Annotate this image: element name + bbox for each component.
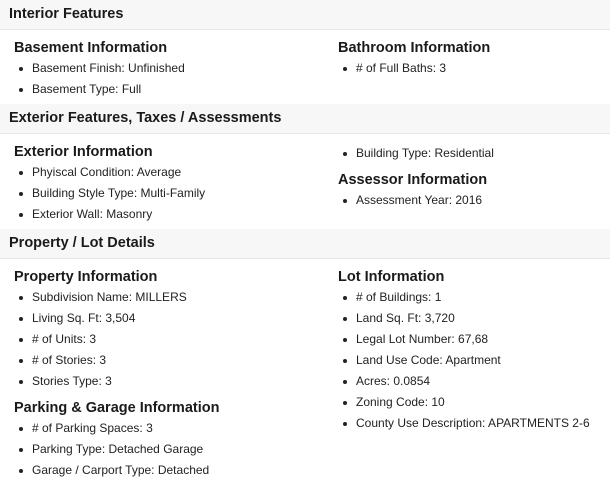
basement-information-list: Basement Finish: Unfinished Basement Typ… — [14, 58, 185, 100]
bullet-icon — [19, 192, 23, 196]
list-item: Living Sq. Ft: 3,504 — [14, 308, 187, 329]
list-item: Stories Type: 3 — [14, 371, 187, 392]
bullet-icon — [19, 296, 23, 300]
bullet-icon — [19, 338, 23, 342]
list-item: Parking Type: Detached Garage — [14, 439, 219, 460]
list-item: Basement Type: Full — [14, 79, 185, 100]
section-header-property-lot-details: Property / Lot Details — [0, 229, 610, 259]
list-item: Basement Finish: Unfinished — [14, 58, 185, 79]
bullet-icon — [19, 448, 23, 452]
bullet-icon — [19, 67, 23, 71]
exterior-information-group: Exterior Information Phyiscal Condition:… — [14, 142, 205, 225]
bullet-icon — [343, 199, 347, 203]
list-item: # of Stories: 3 — [14, 350, 187, 371]
group-title-basement-information: Basement Information — [14, 40, 168, 56]
list-item: Acres: 0.0854 — [338, 371, 590, 392]
bathroom-information-group: Bathroom Information # of Full Baths: 3 — [338, 38, 490, 79]
property-information-list: Subdivision Name: MILLERS Living Sq. Ft:… — [14, 287, 187, 392]
bullet-icon — [343, 380, 347, 384]
parking-garage-information-group: Parking & Garage Information # of Parkin… — [14, 398, 219, 481]
list-item: # of Parking Spaces: 3 — [14, 418, 219, 439]
property-information-group: Property Information Subdivision Name: M… — [14, 267, 187, 392]
list-item: Land Sq. Ft: 3,720 — [338, 308, 590, 329]
section-header-exterior-features: Exterior Features, Taxes / Assessments — [0, 104, 610, 134]
section-title: Property / Lot Details — [9, 235, 155, 251]
list-item: Exterior Wall: Masonry — [14, 204, 205, 225]
bullet-icon — [343, 401, 347, 405]
bathroom-information-list: # of Full Baths: 3 — [338, 58, 490, 79]
bullet-icon — [19, 359, 23, 363]
bullet-icon — [19, 171, 23, 175]
list-item: Garage / Carport Type: Detached — [14, 460, 219, 481]
list-item: Subdivision Name: MILLERS — [14, 287, 187, 308]
list-item: # of Buildings: 1 — [338, 287, 590, 308]
building-type-list: Building Type: Residential — [338, 143, 494, 164]
bullet-icon — [19, 317, 23, 321]
section-title: Interior Features — [9, 6, 124, 22]
list-item: Building Style Type: Multi-Family — [14, 183, 205, 204]
section-title: Exterior Features, Taxes / Assessments — [9, 110, 282, 126]
list-item: Building Type: Residential — [338, 143, 494, 164]
group-title-property-information: Property Information — [14, 269, 158, 285]
list-item: Land Use Code: Apartment — [338, 350, 590, 371]
bullet-icon — [19, 427, 23, 431]
list-item: Legal Lot Number: 67,68 — [338, 329, 590, 350]
group-title-parking-garage-information: Parking & Garage Information — [14, 400, 220, 416]
bullet-icon — [343, 338, 347, 342]
bullet-icon — [19, 380, 23, 384]
bullet-icon — [343, 152, 347, 156]
bullet-icon — [343, 317, 347, 321]
bullet-icon — [19, 469, 23, 473]
group-title-assessor-information: Assessor Information — [338, 172, 488, 188]
bullet-icon — [19, 213, 23, 217]
list-item: Assessment Year: 2016 — [338, 190, 487, 211]
bullet-icon — [343, 422, 347, 426]
list-item: Zoning Code: 10 — [338, 392, 590, 413]
group-title-lot-information: Lot Information — [338, 269, 445, 285]
parking-garage-information-list: # of Parking Spaces: 3 Parking Type: Det… — [14, 418, 219, 481]
group-title-bathroom-information: Bathroom Information — [338, 40, 491, 56]
section-header-interior-features: Interior Features — [0, 0, 610, 30]
exterior-information-list: Phyiscal Condition: Average Building Sty… — [14, 162, 205, 225]
basement-information-group: Basement Information Basement Finish: Un… — [14, 38, 185, 100]
assessor-information-list: Assessment Year: 2016 — [338, 190, 487, 211]
lot-information-group: Lot Information # of Buildings: 1 Land S… — [338, 267, 590, 434]
list-item: # of Full Baths: 3 — [338, 58, 490, 79]
bullet-icon — [343, 67, 347, 71]
list-item: Phyiscal Condition: Average — [14, 162, 205, 183]
group-title-exterior-information: Exterior Information — [14, 144, 153, 160]
list-item: County Use Description: APARTMENTS 2-6 — [338, 413, 590, 434]
building-type-group: Building Type: Residential — [338, 143, 494, 164]
bullet-icon — [343, 359, 347, 363]
lot-information-list: # of Buildings: 1 Land Sq. Ft: 3,720 Leg… — [338, 287, 590, 434]
bullet-icon — [19, 88, 23, 92]
bullet-icon — [343, 296, 347, 300]
list-item: # of Units: 3 — [14, 329, 187, 350]
assessor-information-group: Assessor Information Assessment Year: 20… — [338, 170, 487, 211]
